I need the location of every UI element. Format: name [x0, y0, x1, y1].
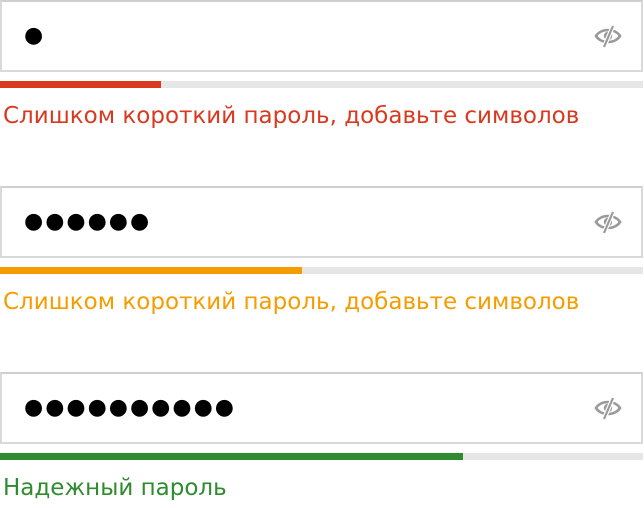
- strength-meter-fill-1: [0, 81, 161, 88]
- eye-slash-icon[interactable]: [593, 395, 623, 421]
- strength-meter-fill-2: [0, 267, 303, 274]
- eye-slash-icon[interactable]: [593, 23, 623, 49]
- password-masked-value: ●●●●●●: [24, 209, 152, 234]
- password-field-3[interactable]: ●●●●●●●●●●: [0, 372, 643, 444]
- password-strength-page: ● Слишком короткий пароль, добавьте симв…: [0, 0, 644, 508]
- password-group-3: ●●●●●●●●●● Надежный пароль: [0, 372, 644, 502]
- password-masked-value: ●●●●●●●●●●: [24, 395, 236, 420]
- strength-message-1: Слишком короткий пароль, добавьте символ…: [3, 103, 580, 129]
- password-group-2: ●●●●●● Слишком короткий пароль, добавьте…: [0, 186, 644, 316]
- strength-meter-fill-3: [0, 453, 463, 460]
- eye-slash-icon[interactable]: [593, 209, 623, 235]
- password-field-1[interactable]: ●: [0, 0, 643, 72]
- password-masked-value: ●: [24, 23, 46, 48]
- strength-message-3: Надежный пароль: [3, 475, 227, 501]
- strength-message-2: Слишком короткий пароль, добавьте символ…: [3, 289, 580, 315]
- strength-meter-1: [0, 81, 643, 88]
- strength-meter-3: [0, 453, 643, 460]
- strength-meter-2: [0, 267, 643, 274]
- password-field-2[interactable]: ●●●●●●: [0, 186, 643, 258]
- password-group-1: ● Слишком короткий пароль, добавьте симв…: [0, 0, 644, 130]
